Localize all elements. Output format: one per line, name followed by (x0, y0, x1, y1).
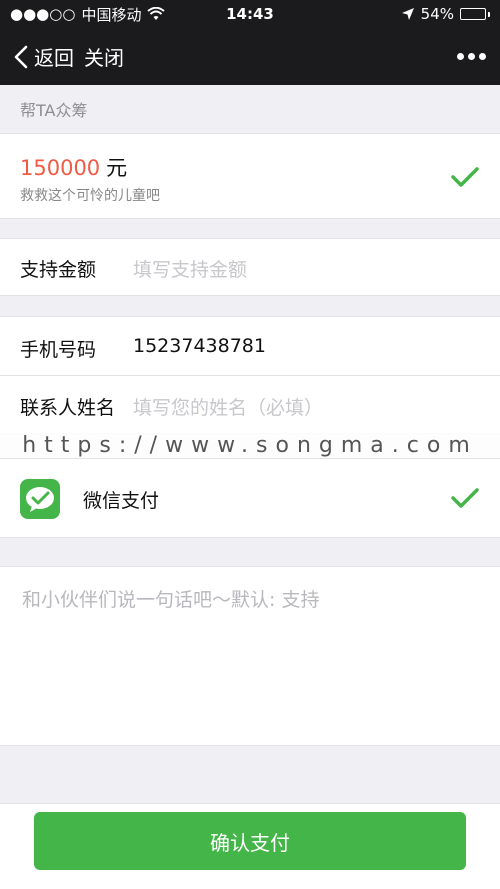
contact-name-label: 联系人姓名 (20, 397, 116, 419)
status-right: 54% (401, 5, 490, 23)
chevron-left-icon (14, 45, 28, 68)
phone-label: 手机号码 (20, 339, 97, 361)
nav-left: 返回 关闭 (14, 42, 124, 71)
message-placeholder: 和小伙伴们说一句话吧～默认: 支持 (22, 589, 320, 611)
target-amount-value: 150000 (20, 156, 101, 180)
payment-method-label: 微信支付 (83, 490, 160, 512)
page-content: 帮TA众筹 150000 元 救救这个可怜的儿童吧 支持金额 填写支持金额 手机… (0, 85, 500, 889)
watermark-text: https://www.songma.com (0, 432, 500, 458)
contact-name-input[interactable]: 填写您的姓名（必填） (133, 393, 323, 420)
nav-bar: 返回 关闭 (0, 28, 500, 85)
support-amount-row[interactable]: 支持金额 填写支持金额 (0, 238, 500, 296)
location-arrow-icon (401, 8, 414, 20)
battery-percent: 54% (420, 5, 454, 23)
back-label: 返回 (34, 46, 74, 70)
bottom-action-bar: 确认支付 (0, 803, 500, 889)
status-left: ●●●○○ 中国移动 (10, 4, 166, 25)
signal-indicator: ●●●○○ (10, 5, 76, 23)
phone-input[interactable]: 15237438781 (133, 335, 266, 357)
wechat-pay-icon (20, 479, 60, 519)
checkmark-icon (451, 488, 479, 508)
more-dots-icon[interactable] (457, 53, 486, 60)
battery-icon (460, 8, 490, 20)
message-textarea[interactable]: 和小伙伴们说一句话吧～默认: 支持 (0, 566, 500, 746)
checkmark-icon (451, 167, 479, 187)
carrier-name: 中国移动 (81, 5, 142, 24)
wifi-icon (147, 7, 166, 20)
close-button[interactable]: 关闭 (84, 42, 124, 71)
crowdfund-target-card[interactable]: 150000 元 救救这个可怜的儿童吧 (0, 133, 500, 219)
target-note: 救救这个可怜的儿童吧 (20, 188, 160, 204)
target-amount-unit: 元 (106, 156, 128, 180)
contact-card: 手机号码 15237438781 联系人姓名 填写您的姓名（必填） (0, 316, 500, 434)
confirm-pay-button[interactable]: 确认支付 (34, 812, 466, 870)
support-amount-input[interactable]: 填写支持金额 (133, 255, 247, 282)
support-amount-label: 支持金额 (20, 259, 97, 281)
section-title: 帮TA众筹 (0, 85, 500, 133)
payment-method-row[interactable]: 微信支付 (0, 458, 500, 538)
row-divider (0, 375, 500, 376)
target-amount: 150000 元 (20, 152, 127, 182)
status-bar: ●●●○○ 中国移动 14:43 54% (0, 0, 500, 28)
back-button[interactable]: 返回 (14, 42, 74, 71)
